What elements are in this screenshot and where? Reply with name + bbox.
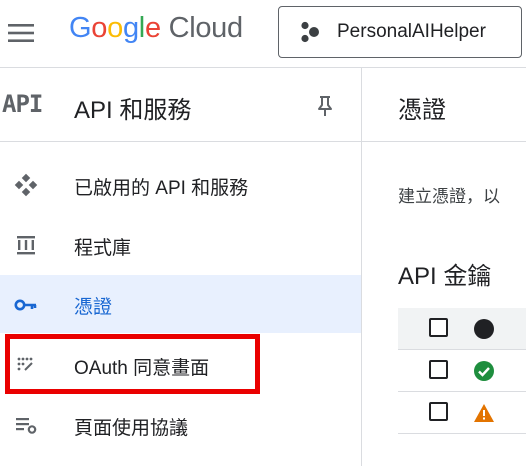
project-dots-icon <box>301 21 319 43</box>
sidebar: API API 和服務 已啟用的 API 和服務 程式庫 憑證 OAuth 同意… <box>0 68 361 466</box>
table-row <box>398 350 526 392</box>
main-content: 憑證 建立憑證，以 API 金鑰 <box>362 68 526 466</box>
logo-cloud: Cloud <box>168 12 244 44</box>
key-icon <box>14 299 37 311</box>
sidebar-item-label: 程式庫 <box>74 238 132 259</box>
pin-icon[interactable] <box>314 94 336 118</box>
table-header-row <box>398 308 526 350</box>
divider <box>362 141 526 142</box>
logo-google: Google <box>69 12 161 44</box>
table-row <box>398 392 526 434</box>
row-checkbox[interactable] <box>429 360 448 379</box>
select-all-checkbox[interactable] <box>429 318 448 337</box>
sidebar-item-page-usage-agreements[interactable]: 頁面使用協議 <box>0 396 361 454</box>
page-description: 建立憑證，以 <box>398 187 500 206</box>
sidebar-item-label: 已啟用的 API 和服務 <box>74 178 249 199</box>
status-column-icon <box>474 319 494 339</box>
page-title: 憑證 <box>398 97 446 124</box>
section-title: API 金鑰 <box>398 263 492 290</box>
library-icon <box>17 236 35 255</box>
project-selector-button[interactable]: PersonalAIHelper <box>278 6 522 58</box>
sidebar-item-enabled-apis[interactable]: 已啟用的 API 和服務 <box>0 156 361 214</box>
google-cloud-logo[interactable]: Google Cloud <box>69 12 243 45</box>
hamburger-menu-icon[interactable] <box>4 21 36 45</box>
project-name: PersonalAIHelper <box>337 21 486 42</box>
sidebar-item-label: 憑證 <box>74 297 113 318</box>
top-bar: Google Cloud PersonalAIHelper <box>0 0 526 68</box>
check-circle-icon <box>474 361 494 381</box>
sidebar-item-label: 頁面使用協議 <box>74 418 189 439</box>
row-checkbox[interactable] <box>429 402 448 421</box>
sidebar-item-credentials[interactable]: 憑證 <box>0 275 361 333</box>
diamond-dots-icon <box>14 173 38 197</box>
sidebar-item-library[interactable]: 程式庫 <box>0 216 361 274</box>
sidebar-header: API API 和服務 <box>0 68 361 142</box>
sidebar-title: API 和服務 <box>74 97 192 124</box>
highlight-box <box>5 334 260 394</box>
settings-list-icon <box>16 418 37 434</box>
api-logo: API <box>2 90 43 118</box>
warning-icon <box>474 404 494 422</box>
